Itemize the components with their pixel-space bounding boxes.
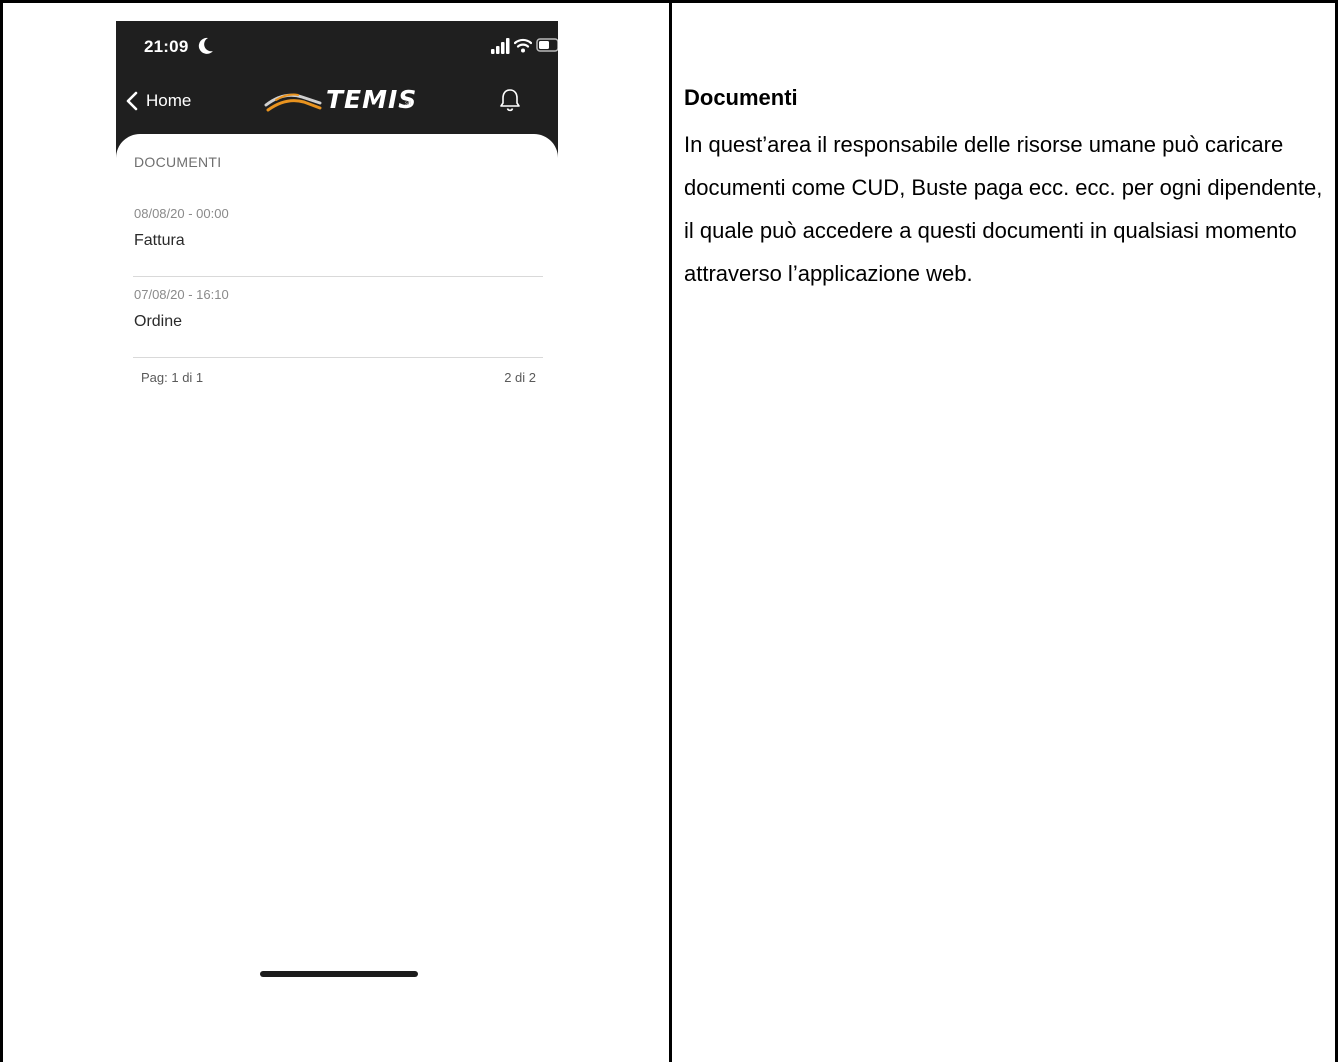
table-border-middle bbox=[669, 0, 672, 1062]
pager-page-label: Pag: 1 di 1 bbox=[141, 370, 204, 385]
table-border-left bbox=[0, 0, 3, 1062]
bell-icon[interactable] bbox=[499, 87, 521, 113]
section-title: DOCUMENTI bbox=[134, 154, 222, 170]
wifi-icon bbox=[514, 38, 532, 53]
description-title: Documenti bbox=[684, 85, 798, 110]
list-item[interactable]: 07/08/20 - 16:10 Ordine bbox=[133, 287, 543, 358]
logo-text: TEMIS bbox=[326, 85, 418, 114]
documents-panel: DOCUMENTI 08/08/20 - 00:00 Fattura 07/08… bbox=[116, 134, 558, 996]
description-body: In quest’area il responsabile delle riso… bbox=[684, 132, 1323, 286]
chevron-left-icon bbox=[126, 91, 138, 111]
document-date: 07/08/20 - 16:10 bbox=[134, 287, 229, 302]
document-name: Fattura bbox=[134, 232, 185, 249]
home-indicator[interactable] bbox=[260, 971, 418, 977]
logo-wave-icon bbox=[264, 93, 322, 112]
phone-screenshot: 21:09 Home TEMIS srl DOCUMENTI 08/08/20 … bbox=[116, 21, 558, 996]
document-date: 08/08/20 - 00:00 bbox=[134, 206, 229, 221]
logo-suffix: srl bbox=[405, 101, 412, 107]
temis-logo: TEMIS srl bbox=[264, 85, 418, 115]
list-item[interactable]: 08/08/20 - 00:00 Fattura bbox=[133, 206, 543, 277]
moon-icon bbox=[198, 37, 213, 54]
signal-icon bbox=[491, 38, 510, 54]
status-time: 21:09 bbox=[144, 37, 189, 56]
battery-icon bbox=[536, 38, 558, 52]
back-button-label: Home bbox=[146, 91, 192, 110]
document-name: Ordine bbox=[134, 313, 183, 330]
pager-count-label: 2 di 2 bbox=[504, 370, 536, 385]
table-border-right bbox=[1335, 0, 1338, 1062]
back-button[interactable]: Home bbox=[126, 87, 191, 115]
